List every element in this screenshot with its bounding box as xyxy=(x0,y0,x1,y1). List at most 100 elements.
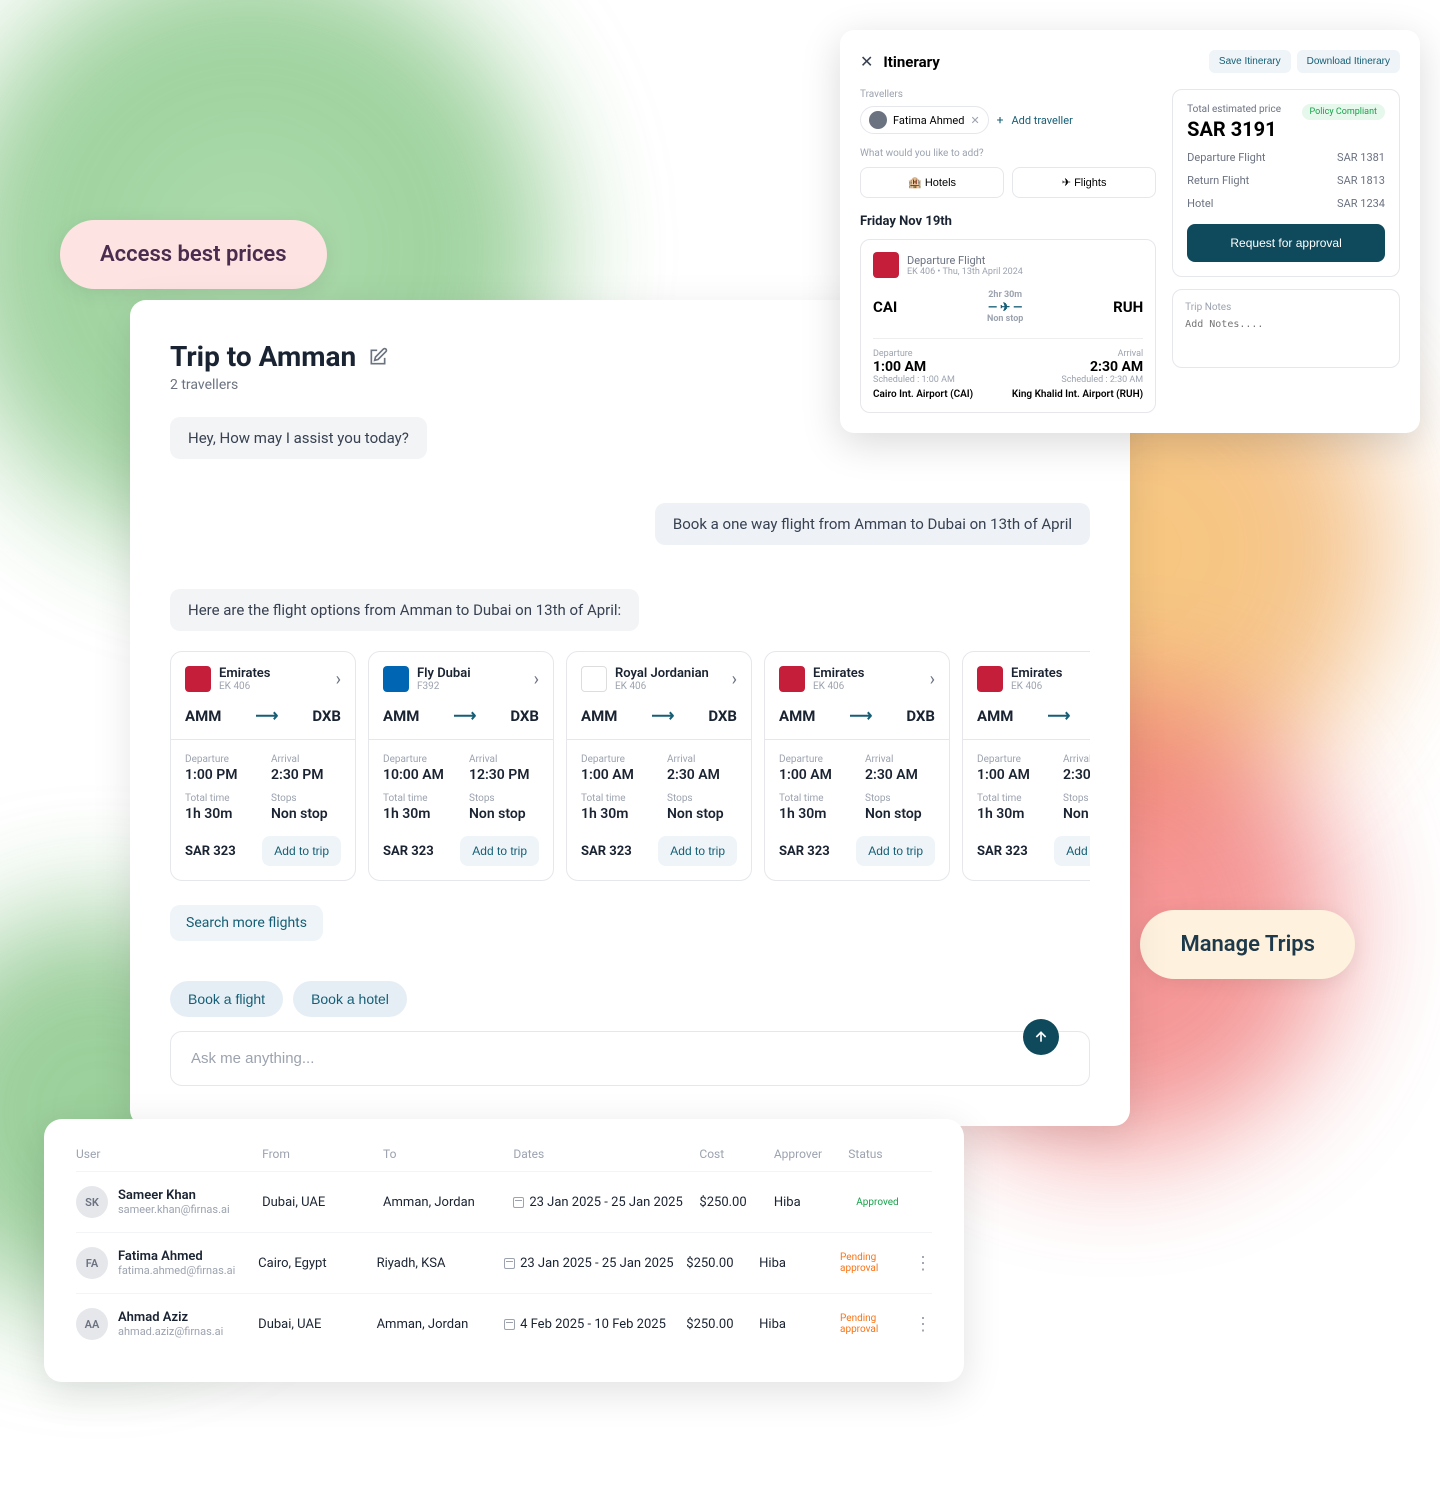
assistant-msg: Here are the flight options from Amman t… xyxy=(170,589,639,631)
trip-approver: Hiba xyxy=(759,1256,832,1271)
trip-dates: 23 Jan 2025 - 25 Jan 2025 xyxy=(513,1195,699,1210)
arrival-time: 2:30 AM xyxy=(667,767,737,783)
arrival-label: Arrival xyxy=(667,754,737,765)
book-flight-button[interactable]: Book a flight xyxy=(170,981,283,1017)
arrival-label: Arrival xyxy=(469,754,539,765)
table-row[interactable]: FAFatima Ahmedfatima.ahmed@firnas.ai Cai… xyxy=(76,1232,932,1293)
add-to-trip-button[interactable]: Add to trip xyxy=(658,836,737,866)
save-itinerary-button[interactable]: Save Itinerary xyxy=(1209,50,1291,73)
status-badge: Pending approval xyxy=(832,1249,914,1277)
departure-time: 1:00 PM xyxy=(185,767,255,783)
chevron-right-icon[interactable]: › xyxy=(534,669,539,690)
flight-card[interactable]: EmiratesEK 406› AMM⟶DXB Departure1:00 AM… xyxy=(962,651,1090,881)
price-line-value: SAR 1381 xyxy=(1337,151,1385,164)
add-hotels-button[interactable]: 🏨 Hotels xyxy=(860,167,1004,198)
price-line: Departure FlightSAR 1381 xyxy=(1187,151,1385,164)
stops-label: Stops xyxy=(667,793,737,804)
trip-cost: $250.00 xyxy=(686,1317,759,1332)
table-row[interactable]: SKSameer Khansameer.khan@firnas.ai Dubai… xyxy=(76,1171,932,1232)
status-badge: Approved xyxy=(848,1194,906,1211)
notes-input[interactable] xyxy=(1185,319,1387,352)
arrow-right-icon: ⟶ xyxy=(651,706,674,725)
flight-price: SAR 323 xyxy=(581,844,632,859)
search-more-button[interactable]: Search more flights xyxy=(170,905,323,941)
flight-price: SAR 323 xyxy=(779,844,830,859)
stops: Non stop xyxy=(469,806,539,822)
flight-segment[interactable]: Departure Flight EK 406 • Thu, 13th Apri… xyxy=(860,239,1156,413)
add-to-trip-button[interactable]: Add to trip xyxy=(856,836,935,866)
price-line-value: SAR 1234 xyxy=(1337,197,1385,210)
departure-time: 1:00 AM xyxy=(873,359,973,375)
stops-label: Stops xyxy=(469,793,539,804)
departure-label: Departure xyxy=(977,754,1047,765)
airline-logo-icon xyxy=(383,666,409,692)
dest-code: DXB xyxy=(312,707,341,725)
trips-table-card: User From To Dates Cost Approver Status … xyxy=(44,1119,964,1382)
stops: Non stop xyxy=(271,806,341,822)
add-to-trip-button[interactable]: Add to trip xyxy=(460,836,539,866)
flight-card[interactable]: EmiratesEK 406› AMM⟶DXB Departure1:00 PM… xyxy=(170,651,356,881)
chevron-right-icon[interactable]: › xyxy=(336,669,341,690)
flight-card[interactable]: Fly DubaiF392› AMM⟶DXB Departure10:00 AM… xyxy=(368,651,554,881)
more-menu-icon[interactable]: ⋮ xyxy=(914,1314,932,1335)
remove-traveller-icon[interactable]: ✕ xyxy=(970,114,979,127)
flight-options-row: EmiratesEK 406› AMM⟶DXB Departure1:00 PM… xyxy=(170,651,1090,881)
close-icon[interactable]: ✕ xyxy=(860,52,873,71)
chat-input[interactable] xyxy=(191,1050,1069,1067)
stops-label: Stops xyxy=(865,793,935,804)
flight-price: SAR 323 xyxy=(185,844,236,859)
departure-label: Departure xyxy=(185,754,255,765)
chevron-right-icon[interactable]: › xyxy=(930,669,935,690)
chevron-right-icon[interactable]: › xyxy=(732,669,737,690)
add-to-trip-button[interactable]: Add to trip xyxy=(262,836,341,866)
arrival-time: 12:30 PM xyxy=(469,767,539,783)
departure-time: 1:00 AM xyxy=(779,767,849,783)
total-time-label: Total time xyxy=(977,793,1047,804)
quick-actions: Book a flight Book a hotel xyxy=(170,981,1090,1017)
origin-code: AMM xyxy=(185,707,221,725)
flight-price: SAR 323 xyxy=(383,844,434,859)
airline-name: Emirates xyxy=(1011,666,1063,681)
avatar-icon xyxy=(869,111,887,129)
request-approval-button[interactable]: Request for approval xyxy=(1187,224,1385,262)
itinerary-title: Itinerary xyxy=(883,53,939,71)
trip-approver: Hiba xyxy=(759,1317,832,1332)
arrival-label: Arrival xyxy=(865,754,935,765)
plus-icon[interactable]: + xyxy=(997,113,1004,127)
add-traveller-button[interactable]: Add traveller xyxy=(1011,114,1072,127)
flight-card[interactable]: EmiratesEK 406› AMM⟶DXB Departure1:00 AM… xyxy=(764,651,950,881)
calendar-icon xyxy=(513,1197,524,1208)
more-menu-icon[interactable]: ⋮ xyxy=(914,1253,932,1274)
origin-code: AMM xyxy=(977,707,1013,725)
add-flights-button[interactable]: ✈ Flights xyxy=(1012,167,1156,198)
flight-card[interactable]: Royal JordanianEK 406› AMM⟶DXB Departure… xyxy=(566,651,752,881)
airline-logo-icon xyxy=(581,666,607,692)
arrival-label: Arrival xyxy=(1063,754,1090,765)
segment-title: Departure Flight xyxy=(907,254,1023,267)
edit-icon[interactable] xyxy=(368,347,388,367)
departure-time: 10:00 AM xyxy=(383,767,453,783)
price-line: Return FlightSAR 1813 xyxy=(1187,174,1385,187)
th-from: From xyxy=(262,1147,383,1161)
origin-code: AMM xyxy=(383,707,419,725)
add-label: What would you like to add? xyxy=(860,148,1156,159)
table-row[interactable]: AAAhmad Azizahmad.aziz@firnas.ai Dubai, … xyxy=(76,1293,932,1354)
route-to: RUH xyxy=(1113,298,1143,316)
send-button[interactable] xyxy=(1023,1019,1059,1055)
th-to: To xyxy=(383,1147,513,1161)
route-from: CAI xyxy=(873,298,897,316)
th-approver: Approver xyxy=(774,1147,848,1161)
add-to-trip-button[interactable]: Add to trip xyxy=(1054,836,1090,866)
book-hotel-button[interactable]: Book a hotel xyxy=(293,981,407,1017)
total-time-label: Total time xyxy=(779,793,849,804)
assistant-msg: Hey, How may I assist you today? xyxy=(170,417,427,459)
download-itinerary-button[interactable]: Download Itinerary xyxy=(1297,50,1400,73)
trip-to: Riyadh, KSA xyxy=(377,1256,505,1271)
airline-logo-icon xyxy=(185,666,211,692)
calendar-icon xyxy=(504,1319,515,1330)
user-email: ahmad.aziz@firnas.ai xyxy=(118,1325,223,1338)
trip-from: Cairo, Egypt xyxy=(258,1256,376,1271)
arrival-time: 2:30 PM xyxy=(271,767,341,783)
arrow-right-icon: ⟶ xyxy=(453,706,476,725)
price-summary: Policy Compliant Total estimated price S… xyxy=(1172,89,1400,277)
